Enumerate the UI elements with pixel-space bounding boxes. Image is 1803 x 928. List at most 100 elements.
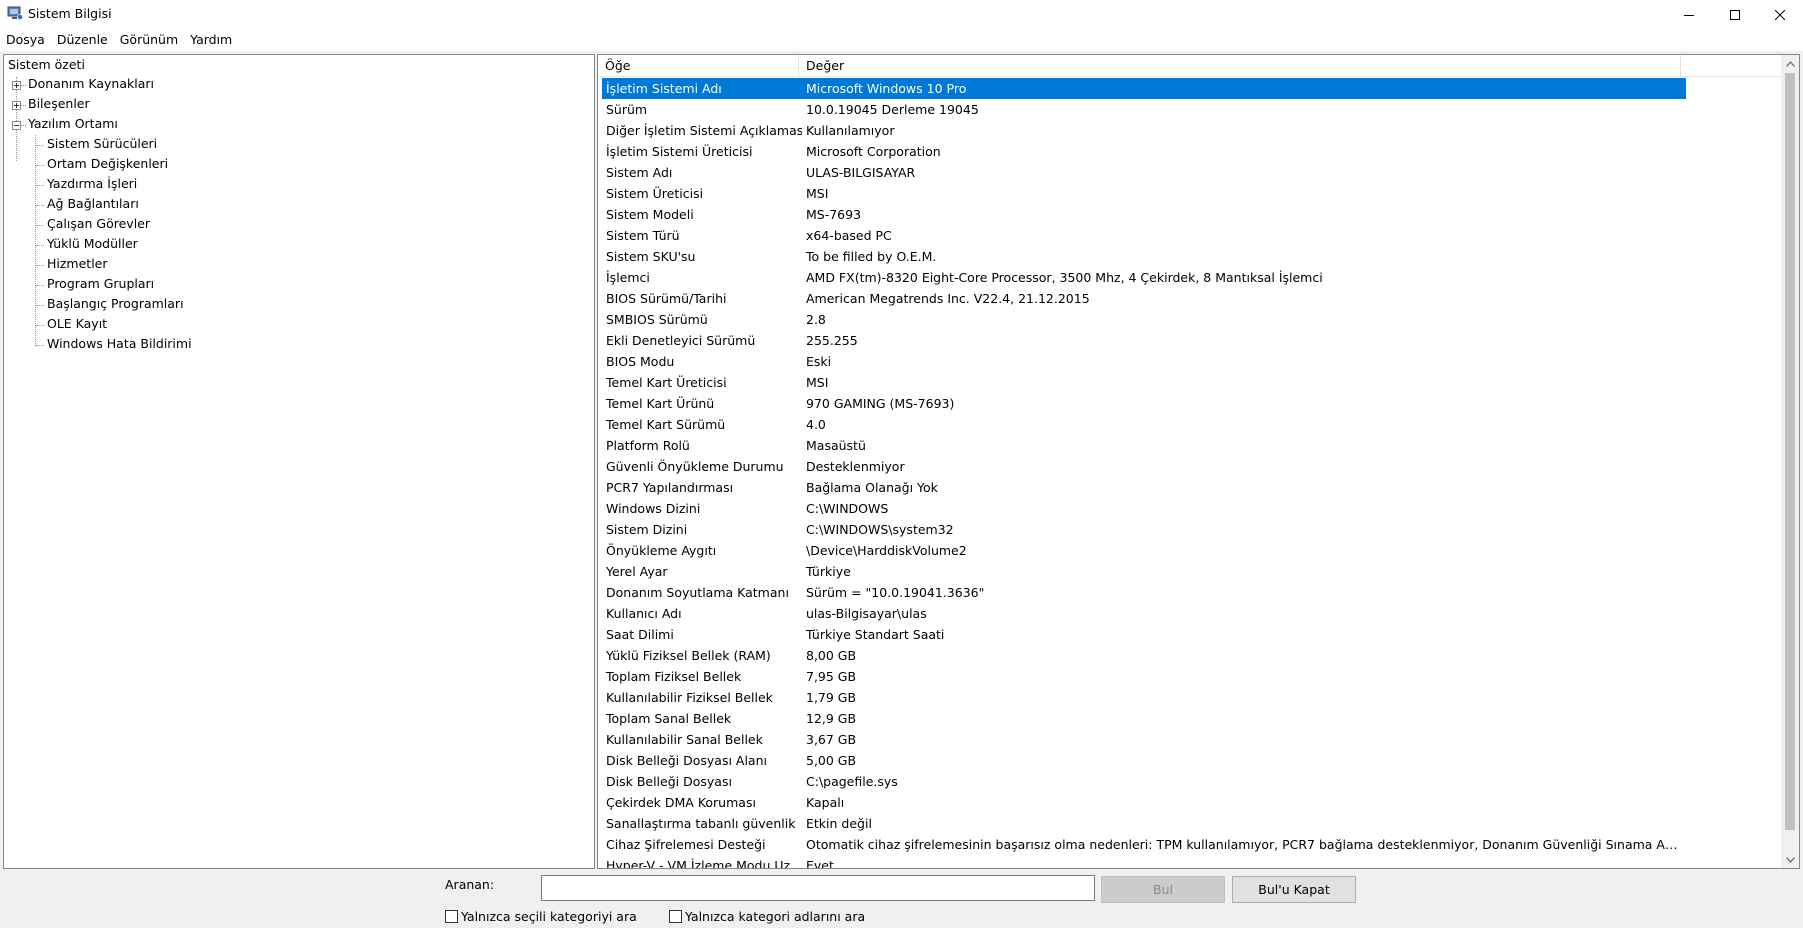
maximize-button[interactable] [1712,0,1758,30]
chevron-down-icon [1785,856,1795,863]
list-row[interactable]: Cihaz Şifrelemesi Desteği Otomatik cihaz … [598,834,1781,855]
list-row[interactable]: Windows Dizini C:\WINDOWS [598,498,1781,519]
list-row[interactable]: Çekirdek DMA Koruması Kapalı [598,792,1781,813]
option-search-category-names[interactable]: Yalnızca kategori adlarını ara [669,908,865,924]
menu-view[interactable]: Görünüm [114,30,184,51]
scroll-up-button[interactable] [1781,55,1799,72]
list-row[interactable]: Sürüm 10.0.19045 Derleme 19045 [598,99,1781,120]
row-item-cell: Önyükleme Aygıtı [606,543,717,558]
list-row[interactable]: Ekli Denetleyici Sürümü 255.255 [598,330,1781,351]
list-row[interactable]: Güvenli Önyükleme Durumu Desteklenmiyor [598,456,1781,477]
tree-item-windows-error-reporting[interactable]: Windows Hata Bildirimi [47,335,192,354]
tree-connector [36,245,44,246]
list-row[interactable]: Toplam Fiziksel Bellek 7,95 GB [598,666,1781,687]
menu-help[interactable]: Yardım [184,30,238,51]
row-item-cell: Disk Belleği Dosyası Alanı [606,753,767,768]
list-row[interactable]: Toplam Sanal Bellek 12,9 GB [598,708,1781,729]
list-row[interactable]: Diğer İşletim Sistemi Açıklaması Kullanıl… [598,120,1781,141]
row-item-cell: Sistem Üreticisi [606,186,704,201]
row-value-cell: AMD FX(tm)-8320 Eight-Core Processor, 35… [806,270,1323,285]
category-names-checkbox-label: Yalnızca kategori adlarını ara [685,908,866,924]
selected-category-checkbox[interactable] [445,909,458,923]
list-row[interactable]: Sistem SKU'su To be filled by O.E.M. [598,246,1781,267]
minimize-button[interactable] [1666,0,1712,30]
list-row[interactable]: Saat Dilimi Türkiye Standart Saati [598,624,1781,645]
row-value-cell: x64-based PC [806,228,892,243]
row-value-cell: 7,95 GB [806,669,857,684]
list-row[interactable]: Temel Kart Sürümü 4.0 [598,414,1781,435]
scroll-down-button[interactable] [1781,851,1799,868]
list-row[interactable]: Temel Kart Üreticisi MSI [598,372,1781,393]
list-row[interactable]: Yerel Ayar Türkiye [598,561,1781,582]
list-row[interactable]: Kullanıcı Adı ulas-Bilgisayar\ulas [598,603,1781,624]
expand-components-icon[interactable] [12,101,21,110]
vertical-scrollbar[interactable] [1781,55,1799,868]
tree-item-loaded-modules[interactable]: Yüklü Modüller [47,235,138,254]
category-names-checkbox[interactable] [669,909,682,923]
find-button[interactable]: Bul [1101,876,1225,903]
list-row[interactable]: Sistem Dizini C:\WINDOWS\system32 [598,519,1781,540]
list-row[interactable]: BIOS Sürümü/Tarihi American Megatrends In… [598,288,1781,309]
list-row[interactable]: İşletim Sistemi Adı Microsoft Windows 10 … [602,78,1686,99]
list-row[interactable]: Disk Belleği Dosyası C:\pagefile.sys [598,771,1781,792]
column-header-item[interactable]: Öğe [598,55,798,77]
list-row[interactable]: İşletim Sistemi Üreticisi Microsoft Corpo… [598,141,1781,162]
list-row[interactable]: PCR7 Yapılandırması Bağlama Olanağı Yok [598,477,1781,498]
tree-item-environment-variables[interactable]: Ortam Değişkenleri [47,155,168,174]
list-row[interactable]: SMBIOS Sürümü 2.8 [598,309,1781,330]
list-row[interactable]: Donanım Soyutlama Katmanı Sürüm = "10.0.1… [598,582,1781,603]
category-tree[interactable]: Sistem özeti Donanım Kaynakları Bileşenl… [3,54,595,869]
tree-root-system-summary[interactable]: Sistem özeti [8,56,85,75]
expand-hardware-icon[interactable] [12,81,21,90]
list-row[interactable]: BIOS Modu Eski [598,351,1781,372]
list-row[interactable]: Sistem Modeli MS-7693 [598,204,1781,225]
tree-item-program-groups[interactable]: Program Grupları [47,275,154,294]
list-row[interactable]: Platform Rolü Masaüstü [598,435,1781,456]
collapse-software-icon[interactable] [12,121,21,130]
menu-edit[interactable]: Düzenle [51,30,114,51]
close-find-button[interactable]: Bul'u Kapat [1232,876,1356,903]
list-row[interactable]: Kullanılabilir Fiziksel Bellek 1,79 GB [598,687,1781,708]
close-button[interactable] [1757,0,1803,30]
list-row[interactable]: Sistem Adı ULAS-BILGISAYAR [598,162,1781,183]
tree-item-running-tasks[interactable]: Çalışan Görevler [47,215,150,234]
column-resize-handle[interactable] [1680,55,1681,77]
row-value-cell: 8,00 GB [806,648,857,663]
scrollbar-thumb[interactable] [1785,73,1795,830]
tree-item-software-environment[interactable]: Yazılım Ortamı [28,115,118,134]
row-item-cell: PCR7 Yapılandırması [606,480,734,495]
tree-item-network-connections[interactable]: Ağ Bağlantıları [47,195,139,214]
row-item-cell: Kullanıcı Adı [606,606,682,621]
tree-item-system-drivers[interactable]: Sistem Sürücüleri [47,135,157,154]
menu-file[interactable]: Dosya [0,30,51,51]
tree-item-services[interactable]: Hizmetler [47,255,108,274]
tree-item-ole-registration[interactable]: OLE Kayıt [47,315,107,334]
search-input[interactable] [541,875,1095,901]
list-row[interactable]: Önyükleme Aygıtı \Device\HarddiskVolume2 [598,540,1781,561]
tree-item-components[interactable]: Bileşenler [28,95,90,114]
close-icon [1775,10,1785,20]
list-row[interactable]: Sistem Türü x64-based PC [598,225,1781,246]
list-row[interactable]: İşlemci AMD FX(tm)-8320 Eight-Core Proces… [598,267,1781,288]
row-value-cell: To be filled by O.E.M. [806,249,937,264]
list-row[interactable]: Sistem Üreticisi MSI [598,183,1781,204]
list-row[interactable]: Sanallaştırma tabanlı güvenlik Etkin deği… [598,813,1781,834]
tree-item-startup-programs[interactable]: Başlangıç Programları [47,295,184,314]
list-row[interactable]: Temel Kart Ürünü 970 GAMING (MS-7693) [598,393,1781,414]
title-bar: Sistem Bilgisi [0,0,1803,30]
details-list[interactable]: Öğe Değer İşletim Sistemi Adı Microsoft W… [597,54,1800,869]
tree-item-print-jobs[interactable]: Yazdırma İşleri [47,175,137,194]
list-row[interactable]: Disk Belleği Dosyası Alanı 5,00 GB [598,750,1781,771]
maximize-icon [1730,10,1740,20]
tree-item-hardware-resources[interactable]: Donanım Kaynakları [28,75,154,94]
row-value-cell: \Device\HarddiskVolume2 [806,543,967,558]
list-row[interactable]: Kullanılabilir Sanal Bellek 3,67 GB [598,729,1781,750]
row-item-cell: Diğer İşletim Sistemi Açıklaması [606,123,802,138]
tree-connector [21,85,26,86]
list-row[interactable]: Yüklü Fiziksel Bellek (RAM) 8,00 GB [598,645,1781,666]
list-header: Öğe Değer [598,55,1781,77]
column-header-value[interactable]: Değer [799,55,1679,77]
option-search-selected-category[interactable]: Yalnızca seçili kategoriyi ara [445,908,637,924]
row-value-cell: MSI [806,375,829,390]
list-row[interactable]: Hyper-V - VM İzleme Modu Uz... Evet [598,855,1781,868]
